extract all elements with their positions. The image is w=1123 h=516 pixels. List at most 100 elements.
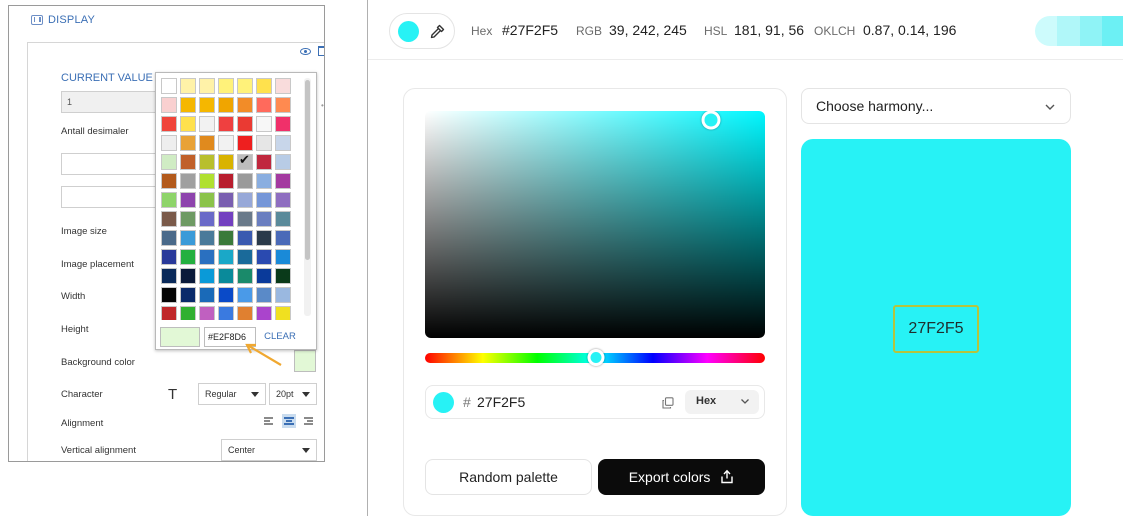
color-swatch[interactable] [275,97,291,113]
font-style-select[interactable]: Regular [198,383,266,405]
color-swatch[interactable] [275,173,291,189]
oklch-value[interactable]: 0.87, 0.14, 196 [863,22,956,38]
color-swatch[interactable] [256,135,272,151]
shade-swatch[interactable] [1079,16,1102,46]
more-options-icon[interactable]: •• [321,101,324,110]
color-swatch[interactable] [218,154,234,170]
random-palette-button[interactable]: Random palette [425,459,592,495]
color-swatch[interactable] [180,211,196,227]
color-swatch[interactable] [180,230,196,246]
color-swatch[interactable] [161,287,177,303]
format-select[interactable]: Hex [685,390,759,414]
color-swatch[interactable] [161,249,177,265]
align-left-icon[interactable] [262,414,276,428]
shade-swatch[interactable] [1057,16,1080,46]
color-swatch[interactable] [199,135,215,151]
copy-icon[interactable] [662,397,674,409]
color-swatch[interactable] [256,211,272,227]
eye-icon[interactable] [300,48,311,55]
color-swatch[interactable] [161,192,177,208]
color-swatch[interactable] [161,306,177,320]
color-swatch[interactable] [161,211,177,227]
harmony-color-swatch[interactable]: 27F2F5 [801,139,1071,516]
color-swatch[interactable] [180,97,196,113]
color-swatch[interactable] [199,287,215,303]
color-swatch[interactable] [199,154,215,170]
color-swatch[interactable] [161,173,177,189]
secondary-input[interactable] [61,186,161,208]
color-swatch[interactable] [256,249,272,265]
color-swatch[interactable] [275,116,291,132]
color-swatch[interactable] [218,116,234,132]
color-swatch[interactable] [237,249,253,265]
color-swatch[interactable] [180,287,196,303]
color-swatch[interactable] [199,306,215,320]
color-swatch[interactable] [237,192,253,208]
color-swatch[interactable] [275,268,291,284]
color-swatch[interactable] [218,306,234,320]
color-swatch[interactable] [256,268,272,284]
color-swatch[interactable] [237,306,253,320]
color-swatch[interactable] [199,249,215,265]
color-swatch[interactable] [275,306,291,320]
color-swatch[interactable] [199,173,215,189]
color-swatch[interactable] [180,306,196,320]
color-swatch[interactable] [180,154,196,170]
saturation-value-cursor[interactable] [701,111,721,130]
color-swatch[interactable] [199,116,215,132]
color-swatch[interactable] [275,135,291,151]
color-swatch[interactable] [218,287,234,303]
color-swatch[interactable] [218,268,234,284]
color-swatch[interactable] [180,135,196,151]
color-swatch[interactable] [237,173,253,189]
color-swatch[interactable] [275,230,291,246]
current-color-pill[interactable] [389,13,455,49]
color-swatch[interactable] [199,211,215,227]
color-swatch[interactable] [275,287,291,303]
color-swatch[interactable] [180,173,196,189]
hue-slider-handle[interactable] [587,349,605,366]
align-right-icon[interactable] [302,414,316,428]
color-swatch[interactable] [218,230,234,246]
vertical-alignment-select[interactable]: Center [221,439,317,461]
color-swatch[interactable] [161,135,177,151]
color-swatch[interactable] [237,268,253,284]
background-color-swatch[interactable] [294,350,316,372]
color-swatch[interactable] [275,154,291,170]
color-swatch[interactable] [218,249,234,265]
color-swatch[interactable] [237,116,253,132]
display-section-header[interactable]: DISPLAY [31,14,95,26]
color-swatch[interactable] [256,192,272,208]
trash-icon[interactable] [318,46,324,56]
export-colors-button[interactable]: Export colors [598,459,765,495]
color-swatch[interactable] [161,116,177,132]
shade-swatch[interactable] [1101,16,1123,46]
rgb-value[interactable]: 39, 242, 245 [609,22,687,38]
color-swatch[interactable] [199,192,215,208]
hex-value[interactable]: #27F2F5 [502,22,558,38]
hex-input[interactable]: 27F2F5 [477,394,525,410]
color-swatch[interactable] [237,153,253,170]
color-swatch[interactable] [161,97,177,113]
color-swatch[interactable] [256,173,272,189]
color-swatch[interactable] [256,306,272,320]
color-swatch[interactable] [180,192,196,208]
color-swatch[interactable] [199,268,215,284]
color-swatch[interactable] [218,173,234,189]
color-swatch[interactable] [180,249,196,265]
color-swatch[interactable] [199,97,215,113]
color-swatch[interactable] [256,230,272,246]
color-swatch[interactable] [218,78,234,94]
color-swatch[interactable] [237,78,253,94]
align-center-icon[interactable] [282,414,296,428]
color-swatch[interactable] [199,230,215,246]
font-size-select[interactable]: 20pt [269,383,317,405]
current-value-field[interactable]: 1 [61,91,161,113]
color-swatch[interactable] [161,268,177,284]
color-swatch[interactable] [180,78,196,94]
color-swatch[interactable] [180,268,196,284]
hue-slider[interactable] [425,349,765,366]
picker-scrollbar[interactable] [304,78,311,316]
color-swatch[interactable] [199,78,215,94]
color-swatch[interactable] [275,192,291,208]
